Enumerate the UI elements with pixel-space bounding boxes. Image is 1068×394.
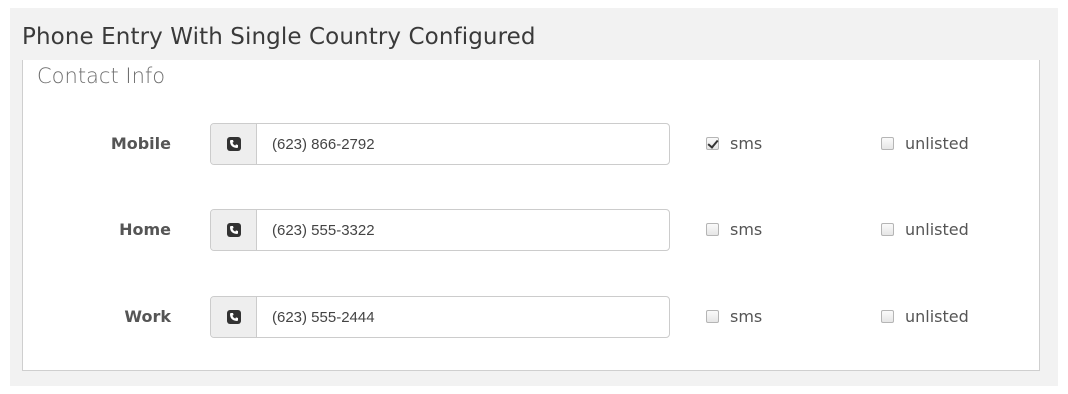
phone-number-input[interactable]: [257, 297, 669, 337]
unlisted-label: unlisted: [905, 134, 969, 153]
sms-checkbox-box[interactable]: [706, 310, 719, 323]
unlisted-label: unlisted: [905, 307, 969, 326]
phone-icon: [226, 310, 241, 324]
sms-label: sms: [730, 134, 763, 153]
phone-row-mobile: Mobile sms unlisted: [23, 123, 1039, 165]
phone-icon: [226, 137, 241, 151]
phone-label: Mobile: [110, 134, 171, 153]
phone-input-group: [210, 296, 670, 338]
phone-row-work: Work sms unlisted: [23, 296, 1039, 338]
unlisted-checkbox[interactable]: unlisted: [881, 220, 969, 239]
unlisted-checkbox-box[interactable]: [881, 310, 894, 323]
phone-label: Work: [124, 307, 171, 326]
phone-number-input[interactable]: [257, 124, 669, 164]
phone-input-group: [210, 209, 670, 251]
phone-addon: [211, 297, 257, 337]
sms-checkbox[interactable]: sms: [706, 307, 762, 326]
sms-checkbox[interactable]: sms: [706, 134, 762, 153]
sms-checkbox-box[interactable]: [706, 137, 719, 150]
unlisted-checkbox[interactable]: unlisted: [881, 307, 969, 326]
phone-input-group: [210, 123, 670, 165]
unlisted-checkbox-box[interactable]: [881, 137, 894, 150]
sms-label: sms: [730, 307, 763, 326]
phone-row-home: Home sms unlisted: [23, 209, 1039, 251]
phone-number-input[interactable]: [257, 210, 669, 250]
phone-label: Home: [119, 220, 171, 239]
unlisted-label: unlisted: [905, 220, 969, 239]
unlisted-checkbox-box[interactable]: [881, 223, 894, 236]
contact-info-panel: Contact Info Mobile sms unlisted Home: [22, 60, 1040, 371]
phone-addon: [211, 124, 257, 164]
sms-label: sms: [730, 220, 763, 239]
sms-checkbox-box[interactable]: [706, 223, 719, 236]
phone-addon: [211, 210, 257, 250]
sms-checkbox[interactable]: sms: [706, 220, 762, 239]
page-title: Phone Entry With Single Country Configur…: [22, 24, 536, 50]
phone-icon: [226, 223, 241, 237]
unlisted-checkbox[interactable]: unlisted: [881, 134, 969, 153]
section-legend: Contact Info: [37, 64, 166, 88]
